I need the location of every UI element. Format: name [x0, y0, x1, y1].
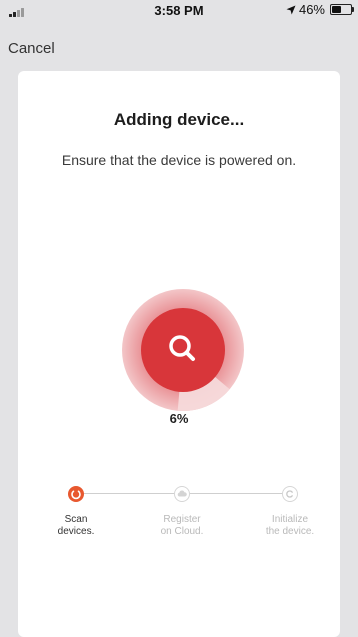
battery-icon — [330, 4, 354, 15]
step-register-label: Register on Cloud. — [160, 514, 204, 537]
progress-percent: 6% — [169, 411, 189, 426]
adding-device-card: Adding device... Ensure that the device … — [18, 71, 340, 637]
step-connector — [84, 493, 174, 494]
step-connector — [190, 493, 282, 494]
dialog-title: Adding device... — [113, 110, 245, 129]
step-scan-indicator — [68, 486, 84, 502]
step-initialize-indicator — [282, 486, 298, 502]
initialize-icon — [286, 490, 293, 498]
dialog-subtitle: Ensure that the device is powered on. — [61, 152, 297, 168]
step-scan-label: Scan devices. — [57, 514, 95, 537]
step-register-indicator — [174, 486, 190, 502]
progress-ring-inner — [141, 308, 225, 392]
progress-ring — [122, 289, 244, 411]
status-bar: 3:58 PM 46% — [0, 0, 358, 22]
status-right: 46% — [286, 2, 354, 17]
spinner-icon — [71, 490, 81, 500]
battery-percent: 46% — [298, 2, 325, 17]
cloud-icon — [177, 490, 187, 497]
cancel-button[interactable]: Cancel — [8, 40, 55, 57]
location-arrow-icon — [286, 5, 296, 14]
step-initialize-label: Initialize the device. — [265, 514, 315, 537]
